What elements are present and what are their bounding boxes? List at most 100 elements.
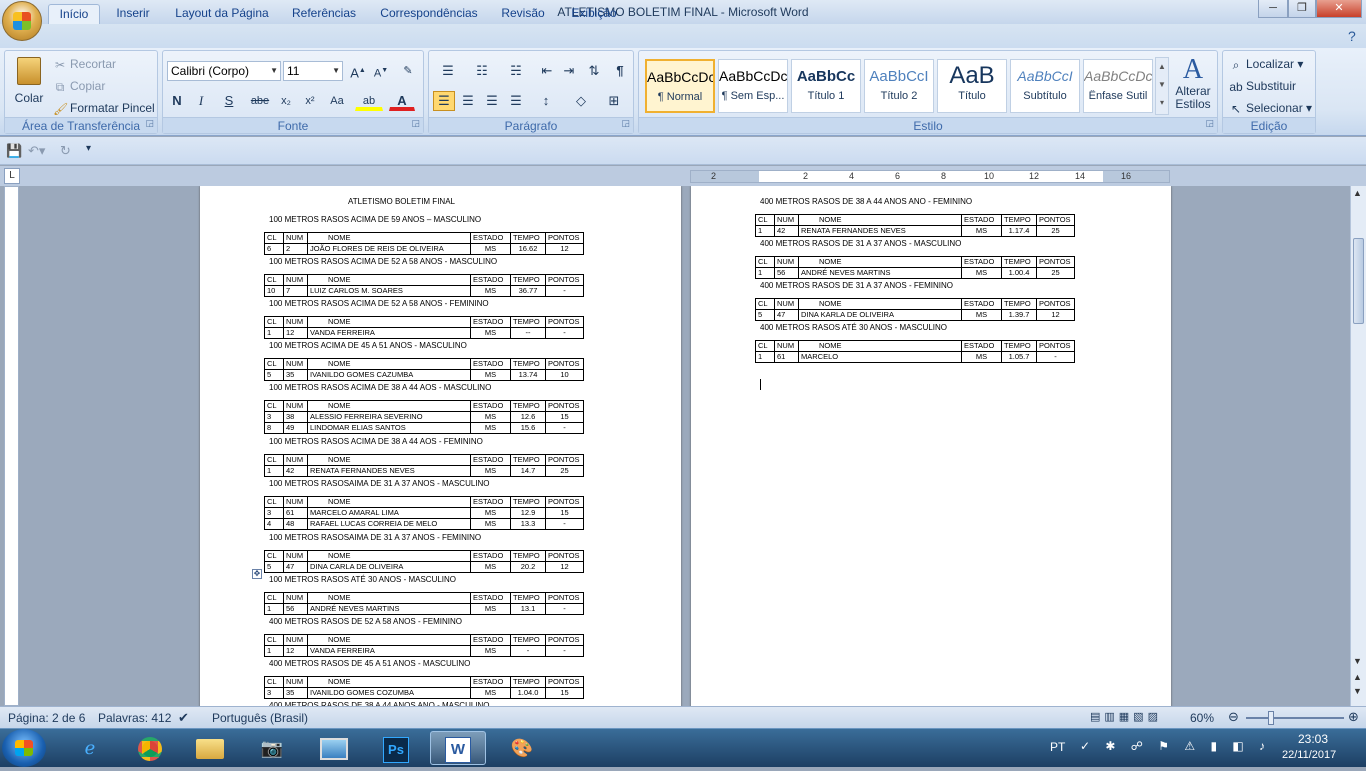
scroll-up-icon[interactable]: ▲ xyxy=(1353,188,1362,198)
results-table[interactable]: CL NUM NOME ESTADO TEMPO PONTOS 1 61 MARCELO MS 1.… xyxy=(755,340,1075,363)
results-table[interactable]: CL NUM NOME ESTADO TEMPO PONTOS 5 35 IVANILDO GO… xyxy=(264,358,584,381)
strikethrough-button[interactable]: abe xyxy=(247,91,273,111)
italic-button[interactable]: I xyxy=(191,91,211,111)
subscript-button[interactable]: x₂ xyxy=(275,91,297,111)
sort-icon[interactable]: ⇅ xyxy=(583,61,605,81)
word-count[interactable]: Palavras: 412 xyxy=(98,711,171,725)
save-icon[interactable]: 💾 xyxy=(6,143,22,159)
change-styles-button[interactable]: A Alterar Estilos xyxy=(1171,55,1215,111)
clock-time[interactable]: 23:03 xyxy=(1298,732,1328,746)
change-case-button[interactable]: Aa xyxy=(323,91,351,111)
results-table[interactable]: CL NUM NOME ESTADO TEMPO PONTOS 3 35 IVANILDO GO… xyxy=(264,676,584,699)
close-button[interactable]: ✕ xyxy=(1316,0,1362,18)
view-buttons[interactable]: ▤▥▦▧▨ xyxy=(1090,710,1162,723)
explorer-icon[interactable] xyxy=(182,731,238,765)
vertical-scrollbar[interactable]: ▲ ▼ ▲ ▼ xyxy=(1350,186,1366,706)
align-right-icon[interactable]: ☰ xyxy=(481,91,503,111)
tab-exibicao[interactable]: Exibição xyxy=(566,4,622,24)
results-table[interactable]: CL NUM NOME ESTADO TEMPO PONTOS 5 47 DINA CARLA … xyxy=(264,550,584,573)
document-page-2[interactable]: 400 METROS RASOS DE 38 A 44 ANOS ANO - F… xyxy=(691,186,1171,706)
results-table[interactable]: CL NUM NOME ESTADO TEMPO PONTOS 3 38 ALESSIO FER… xyxy=(264,400,584,434)
highlight-icon[interactable]: ab xyxy=(355,91,383,111)
format-painter-button[interactable]: 🖌 Formatar Pincel xyxy=(53,101,155,116)
numbering-icon[interactable]: ☷ xyxy=(467,61,497,81)
language-indicator[interactable]: Português (Brasil) xyxy=(212,711,308,725)
next-page-icon[interactable]: ▼ xyxy=(1353,686,1362,696)
grow-font-button[interactable]: A▲ xyxy=(347,61,369,81)
results-table[interactable]: CL NUM NOME ESTADO TEMPO PONTOS 3 61 MARCELO AMA… xyxy=(264,496,584,530)
word-taskbar-icon[interactable]: W xyxy=(430,731,486,765)
vertical-ruler[interactable] xyxy=(4,186,19,706)
zoom-in-icon[interactable]: ⊕ xyxy=(1348,709,1359,725)
dialog-launcher-icon[interactable]: ◲ xyxy=(145,115,154,131)
copy-button[interactable]: ⧉ Copiar xyxy=(53,79,106,94)
document-page-1[interactable]: ATLETISMO BOLETIM FINAL 100 METROS RASOS … xyxy=(200,186,681,706)
style-heading1[interactable]: AaBbCc Título 1 xyxy=(791,59,861,113)
results-table[interactable]: CL NUM NOME ESTADO TEMPO PONTOS 1 56 ANDRÉ NEVES… xyxy=(755,256,1075,279)
results-table[interactable]: CL NUM NOME ESTADO TEMPO PONTOS 1 12 VANDA FERRE… xyxy=(264,316,584,339)
scroll-down-icon[interactable]: ▼ xyxy=(1353,656,1362,666)
zoom-out-icon[interactable]: ⊖ xyxy=(1228,709,1239,725)
horizontal-ruler[interactable]: 2 2 4 6 8 10 12 14 16 xyxy=(690,170,1170,183)
tab-layout[interactable]: Layout da Página xyxy=(170,4,274,24)
dialog-launcher-icon[interactable]: ◲ xyxy=(1205,115,1214,131)
tab-revisao[interactable]: Revisão xyxy=(498,4,548,24)
cut-button[interactable]: ✂ Recortar xyxy=(53,57,116,72)
align-left-icon[interactable]: ☰ xyxy=(433,91,455,111)
font-size-combo[interactable]: 11 ▼ xyxy=(283,61,343,81)
tab-correspondencias[interactable]: Correspondências xyxy=(374,4,484,24)
align-center-icon[interactable]: ☰ xyxy=(457,91,479,111)
tab-referencias[interactable]: Referências xyxy=(286,4,362,24)
prev-page-icon[interactable]: ▲ xyxy=(1353,672,1362,682)
results-table[interactable]: CL NUM NOME ESTADO TEMPO PONTOS 1 42 RENATA FERN… xyxy=(264,454,584,477)
pilcrow-icon[interactable]: ¶ xyxy=(609,61,631,81)
bold-button[interactable]: N xyxy=(167,91,187,111)
zoom-slider-thumb[interactable] xyxy=(1268,711,1274,725)
clock-date[interactable]: 22/11/2017 xyxy=(1282,749,1336,761)
results-table[interactable]: CL NUM NOME ESTADO TEMPO PONTOS 6 2 JOÃO FLORES … xyxy=(264,232,584,255)
select-button[interactable]: ↖ Selecionar ▾ xyxy=(1229,101,1312,116)
dialog-launcher-icon[interactable]: ◲ xyxy=(621,115,630,131)
chrome-icon[interactable] xyxy=(122,731,178,765)
tab-inserir[interactable]: Inserir xyxy=(110,4,156,24)
results-table[interactable]: CL NUM NOME ESTADO TEMPO PONTOS 1 42 RENATA FERN… xyxy=(755,214,1075,237)
results-table[interactable]: CL NUM NOME ESTADO TEMPO PONTOS 1 12 VANDA FERRE… xyxy=(264,634,584,657)
table-move-handle-icon[interactable]: ✥ xyxy=(252,569,262,579)
find-button[interactable]: ⌕ Localizar ▾ xyxy=(1229,57,1304,72)
shrink-font-button[interactable]: A▼ xyxy=(371,61,391,81)
decrease-indent-icon[interactable]: ⇤ xyxy=(537,61,557,81)
style-title[interactable]: AaB Título xyxy=(937,59,1007,113)
page-count[interactable]: Página: 2 de 6 xyxy=(8,711,85,725)
minimize-button[interactable]: ─ xyxy=(1258,0,1288,18)
maximize-button[interactable]: ❐ xyxy=(1288,0,1316,18)
styles-scroll[interactable]: ▲ ▼ ▾ xyxy=(1155,57,1169,115)
style-heading2[interactable]: AaBbCcI Título 2 xyxy=(864,59,934,113)
style-normal[interactable]: AaBbCcDc ¶ Normal xyxy=(645,59,715,113)
results-table[interactable]: CL NUM NOME ESTADO TEMPO PONTOS 5 47 DINA KARLA … xyxy=(755,298,1075,321)
dialog-launcher-icon[interactable]: ◲ xyxy=(411,115,420,131)
redo-icon[interactable]: ↻ xyxy=(60,143,71,159)
tab-inicio[interactable]: Início xyxy=(48,4,100,24)
increase-indent-icon[interactable]: ⇥ xyxy=(559,61,579,81)
bullets-icon[interactable]: ☰ xyxy=(433,61,463,81)
paste-button[interactable]: Colar xyxy=(11,55,47,111)
tab-selector-icon[interactable]: L xyxy=(4,168,20,184)
undo-icon[interactable]: ↶▾ xyxy=(28,143,45,159)
superscript-button[interactable]: x² xyxy=(299,91,321,111)
results-table[interactable]: CL NUM NOME ESTADO TEMPO PONTOS 1 56 ANDRÉ NEVES… xyxy=(264,592,584,615)
tray-icons[interactable]: ✓ ✱ ☍ ⚑ ⚠ ▮ ◧ ♪ xyxy=(1080,739,1271,753)
paint-icon[interactable]: 🎨 xyxy=(494,731,550,765)
photo-viewer-icon[interactable] xyxy=(306,731,362,765)
clear-format-icon[interactable]: ✎ xyxy=(397,61,419,81)
language-indicator-tray[interactable]: PT xyxy=(1050,740,1065,754)
ie-icon[interactable]: ℯ xyxy=(62,731,118,765)
style-subtitle[interactable]: AaBbCcI Subtítulo xyxy=(1010,59,1080,113)
document-area[interactable]: ATLETISMO BOLETIM FINAL 100 METROS RASOS … xyxy=(20,186,1350,706)
start-button[interactable] xyxy=(2,729,46,767)
underline-button[interactable]: S xyxy=(215,91,243,111)
customize-qat-icon[interactable]: ▾ xyxy=(86,143,91,154)
style-subtle-emphasis[interactable]: AaBbCcDc Ênfase Sutil xyxy=(1083,59,1153,113)
borders-icon[interactable]: ⊞ xyxy=(599,91,629,111)
multilevel-icon[interactable]: ☵ xyxy=(501,61,531,81)
scroll-thumb[interactable] xyxy=(1353,238,1364,324)
